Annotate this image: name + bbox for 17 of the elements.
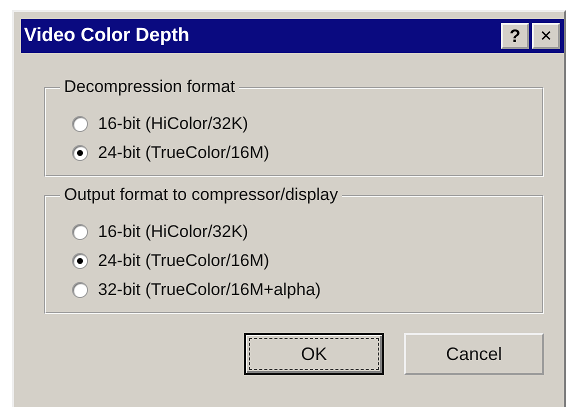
- option-label[interactable]: 24-bit (TrueColor/16M): [98, 250, 270, 270]
- radio-button[interactable]: [72, 144, 88, 160]
- option-label[interactable]: 24-bit (TrueColor/16M): [98, 142, 270, 162]
- close-button[interactable]: ✕: [532, 23, 560, 49]
- window-title: Video Color Depth: [24, 25, 190, 47]
- cancel-button[interactable]: Cancel: [404, 333, 544, 375]
- ok-button[interactable]: OK: [244, 333, 384, 375]
- group-title: Output format to compressor/display: [60, 185, 342, 205]
- radio-button[interactable]: [72, 252, 88, 268]
- option-label[interactable]: 16-bit (HiColor/32K): [98, 114, 248, 134]
- radio-button[interactable]: [72, 116, 88, 132]
- help-button[interactable]: ?: [501, 23, 529, 49]
- group-title: Decompression format: [60, 77, 240, 97]
- option-label[interactable]: 16-bit (HiColor/32K): [98, 222, 248, 242]
- option-label[interactable]: 32-bit (TrueColor/16M+alpha): [98, 280, 321, 300]
- radio-button[interactable]: [72, 224, 88, 240]
- radio-button[interactable]: [72, 282, 88, 298]
